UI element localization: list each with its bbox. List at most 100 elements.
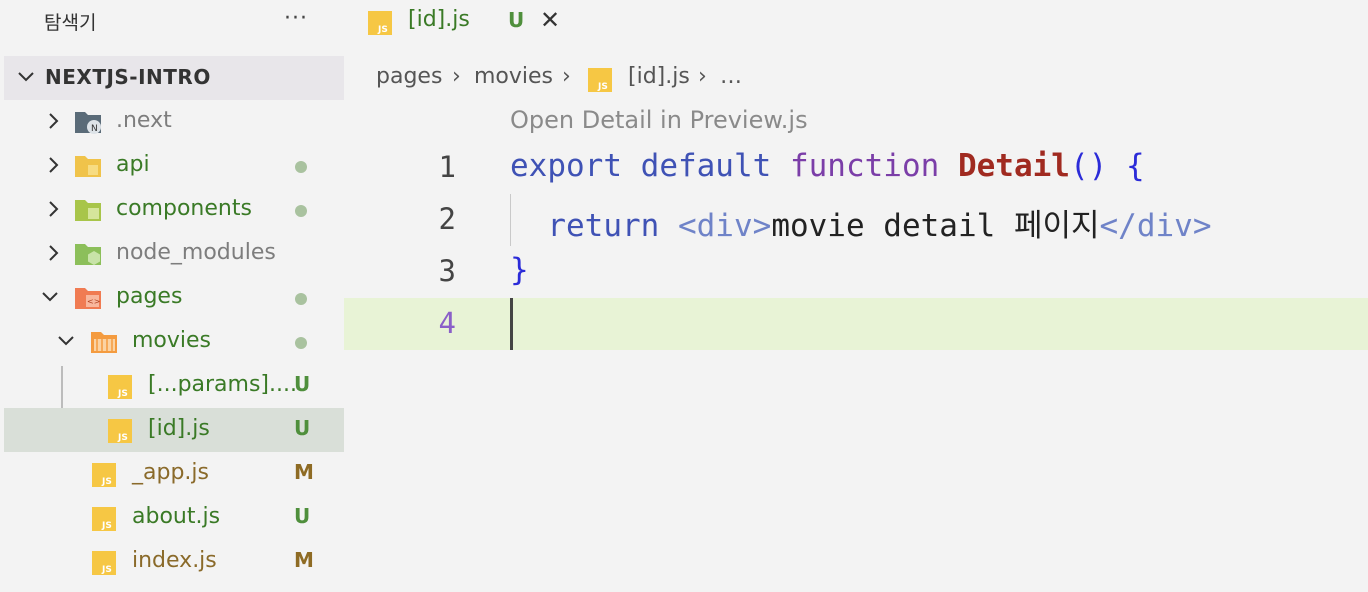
line-number: 2 [438,202,456,236]
vscode-window: 탐색기 ··· NEXTJS-INTRO N .next api compone… [0,0,1368,592]
tree-item-label: node_modules [116,240,276,265]
tree-item-about-js[interactable]: JS about.js U [4,496,344,540]
js-file-icon: JS [108,419,132,443]
parens: () [1069,148,1108,184]
tree-item-label: components [116,196,252,221]
js-file-icon: JS [588,68,612,92]
tree-item-node-modules[interactable]: node_modules [4,232,344,276]
breadcrumb-pages[interactable]: pages [376,64,442,89]
breadcrumb-separator: › [452,64,461,89]
tree-item-label: pages [116,284,183,309]
folder-node-icon [75,244,101,265]
keyword: function [789,148,940,184]
tree-item-label: api [116,152,150,177]
breadcrumb-separator: › [698,64,707,89]
chevron-down-icon [42,292,58,302]
line-number: 1 [438,150,456,184]
breadcrumb-file[interactable]: [id].js [628,64,690,89]
svg-text:N: N [91,124,98,134]
text-cursor [510,298,513,350]
untracked-badge: U [294,504,311,528]
modified-dot [295,161,307,173]
code-line-2[interactable]: 2 return <div>movie detail 페이지</div> [344,194,1368,246]
code-line-3[interactable]: 3 } [344,246,1368,298]
svg-text:JS: JS [101,565,112,575]
code-text: export default function Detail() { [510,148,1145,184]
keyword: export [510,148,622,184]
breadcrumb-movies[interactable]: movies [474,64,553,89]
chevron-right-icon [49,157,59,173]
js-file-icon: JS [92,463,116,487]
tree-item-pages[interactable]: <> pages [4,276,344,320]
workspace-name: NEXTJS-INTRO [45,65,211,89]
explorer-title: 탐색기 [44,12,97,34]
folder-components-icon [75,200,101,221]
jsx-tag: </div> [1099,208,1212,244]
untracked-badge: U [294,372,311,396]
tree-item-index-js[interactable]: JS index.js M [4,540,344,584]
tree-item-label: [...params].... [148,372,297,397]
workspace-section-header[interactable]: NEXTJS-INTRO [4,56,344,100]
jsx-tag: <div> [677,208,772,244]
modified-dot [295,293,307,305]
explorer-header: 탐색기 ··· [0,0,344,44]
chevron-right-icon [49,245,59,261]
chevron-right-icon [49,113,59,129]
svg-text:JS: JS [597,82,608,92]
modified-badge: M [294,548,314,572]
brace: { [1125,148,1145,184]
svg-text:JS: JS [101,521,112,531]
js-file-icon: JS [92,551,116,575]
svg-text:JS: JS [377,25,388,35]
js-file-icon: JS [108,375,132,399]
keyword: return [547,208,660,244]
code-line-1[interactable]: 1 export default function Detail() { [344,142,1368,194]
tree-item-params-js[interactable]: JS [...params].... U [4,364,344,408]
svg-text:JS: JS [101,477,112,487]
breadcrumb-separator: › [562,64,571,89]
keyword: default [640,148,772,184]
untracked-badge: U [294,416,311,440]
chevron-down-icon [18,72,34,82]
tree-item-app-js[interactable]: JS _app.js M [4,452,344,496]
js-file-icon: JS [92,507,116,531]
function-name: Detail [957,148,1070,184]
explorer-sidebar: 탐색기 ··· NEXTJS-INTRO N .next api compone… [0,0,344,592]
chevron-right-icon [49,201,59,217]
tree-item-label: .next [116,108,172,133]
close-icon[interactable]: ✕ [540,6,560,34]
more-actions-button[interactable]: ··· [284,6,308,31]
codelens-open-preview[interactable]: Open Detail in Preview.js [510,106,808,134]
modified-dot [295,205,307,217]
tree-item-api[interactable]: api [4,144,344,188]
svg-text:JS: JS [117,433,128,443]
tree-item-next[interactable]: N .next [4,100,344,144]
brace: } [510,252,529,288]
tree-item-movies[interactable]: movies [4,320,344,364]
tree-item-label: index.js [132,548,217,573]
js-file-icon: JS [368,11,392,35]
tree-item-label: [id].js [148,416,210,441]
folder-next-icon: N [75,112,101,134]
folder-pages-open-icon: <> [75,288,101,309]
editor-tab-id-js[interactable]: JS [id].js U ✕ [344,0,580,44]
code-line-4[interactable]: 4 [344,298,1368,350]
tree-item-label: about.js [132,504,221,529]
code-text: return <div>movie detail 페이지</div> [510,200,1211,245]
svg-text:JS: JS [117,389,128,399]
tree-item-components[interactable]: components [4,188,344,232]
editor-area: JS [id].js U ✕ pages › movies › JS [id].… [344,0,1368,592]
breadcrumb-more[interactable]: … [720,64,742,89]
tab-label: [id].js [408,7,470,32]
line-number: 4 [438,306,456,340]
tree-item-label: _app.js [132,460,209,485]
tree-item-id-js[interactable]: JS [id].js U [4,408,344,452]
code-text: } [510,252,529,288]
folder-api-icon [75,156,101,177]
folder-movies-open-icon [91,332,117,353]
jsx-text: movie detail 페이지 [771,208,1100,244]
untracked-badge: U [508,8,525,32]
line-number: 3 [438,254,456,288]
chevron-down-icon [58,336,74,346]
tree-item-label: movies [132,328,212,353]
